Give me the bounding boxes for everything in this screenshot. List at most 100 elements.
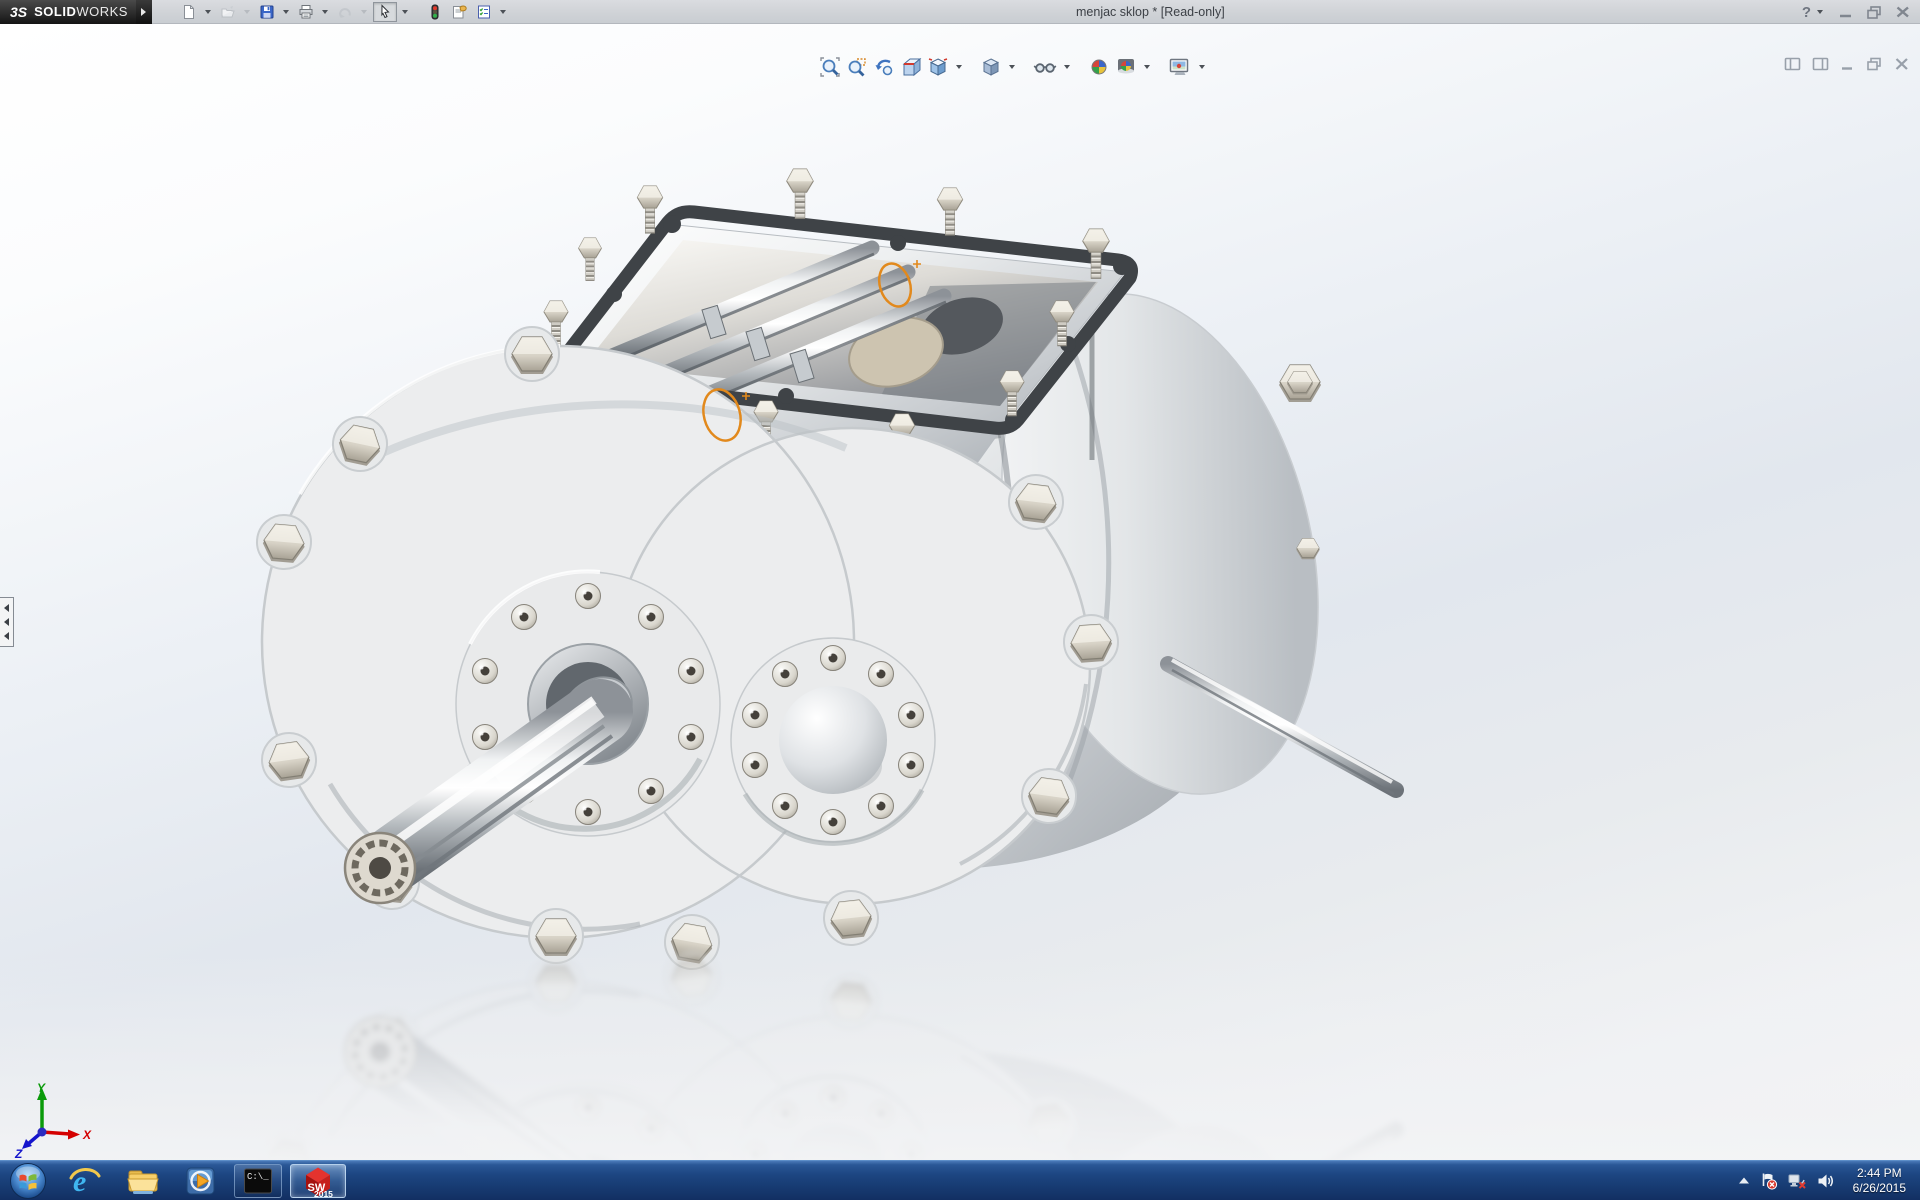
- reflection-fade: [0, 954, 1920, 1184]
- hide-show-items-button[interactable]: [1032, 55, 1058, 79]
- close-document-button[interactable]: [1893, 56, 1911, 72]
- view-settings-dropdown[interactable]: [1199, 65, 1205, 69]
- select-cursor-icon: [376, 4, 394, 20]
- print-button[interactable]: [295, 2, 317, 22]
- expand-arrow-icon: [4, 632, 9, 640]
- network-error-icon: [1787, 1172, 1807, 1190]
- options-dropdown[interactable]: [500, 10, 506, 14]
- taskbar-solidworks-2015[interactable]: SW 2015: [290, 1164, 346, 1198]
- view-settings-button[interactable]: [1167, 55, 1193, 79]
- view-orientation-button[interactable]: [926, 55, 950, 79]
- document-window-controls: [1783, 56, 1911, 72]
- zoom-to-fit-icon: [819, 56, 841, 78]
- undo-icon: [337, 4, 353, 20]
- show-hidden-icons-button[interactable]: [1737, 1175, 1751, 1187]
- print-dropdown[interactable]: [322, 10, 328, 14]
- section-view-icon: [900, 56, 922, 78]
- taskbar-command-prompt[interactable]: C:\_: [234, 1164, 282, 1198]
- view-orientation-dropdown[interactable]: [956, 65, 962, 69]
- close-button[interactable]: [1894, 4, 1912, 20]
- internet-explorer-icon: e: [67, 1163, 103, 1199]
- display-style-dropdown[interactable]: [1009, 65, 1015, 69]
- standard-toolbar: [178, 2, 510, 22]
- restore-button[interactable]: [1865, 4, 1884, 20]
- start-button[interactable]: [0, 1161, 56, 1200]
- brand-works-text: WORKS: [76, 4, 128, 19]
- display-style-button[interactable]: [979, 55, 1003, 79]
- solidworks-window: 3S SOLIDWORKS: [0, 0, 1920, 1200]
- previous-view-icon: [873, 56, 895, 78]
- file-properties-button[interactable]: [448, 2, 471, 22]
- x-axis-arrow: [68, 1130, 80, 1140]
- minimize-button[interactable]: [1837, 4, 1855, 20]
- pane-toggle-right-button[interactable]: [1811, 56, 1830, 72]
- minimize-document-button[interactable]: [1839, 56, 1856, 72]
- media-player-icon: [183, 1163, 219, 1199]
- triad-origin: [38, 1128, 47, 1137]
- orientation-triad: Y X Z: [12, 1080, 96, 1164]
- zoom-to-fit-button[interactable]: [818, 55, 842, 79]
- select-dropdown[interactable]: [402, 10, 408, 14]
- new-document-button[interactable]: [178, 2, 200, 22]
- taskbar-internet-explorer[interactable]: e: [56, 1161, 114, 1200]
- rebuild-traffic-light-icon: [427, 4, 443, 20]
- taskbar-windows-explorer[interactable]: [114, 1161, 172, 1200]
- volume-button[interactable]: [1816, 1172, 1834, 1190]
- options-button[interactable]: [473, 2, 495, 22]
- restore-document-button[interactable]: [1865, 56, 1884, 72]
- view-settings-icon: [1168, 56, 1192, 78]
- zoom-to-area-button[interactable]: [845, 55, 869, 79]
- speaker-icon: [1816, 1172, 1834, 1190]
- print-icon: [298, 4, 314, 20]
- feature-manager-collapsed-tab[interactable]: [0, 597, 14, 647]
- brand-solid-text: SOLID: [34, 4, 76, 19]
- previous-view-button[interactable]: [872, 55, 896, 79]
- expand-arrow-icon: [4, 618, 9, 626]
- display-style-icon: [980, 56, 1002, 78]
- pane-toggle-left-button[interactable]: [1783, 56, 1802, 72]
- hide-show-items-dropdown[interactable]: [1064, 65, 1070, 69]
- graphics-area[interactable]: Y X Z *Dimetric: [0, 24, 1920, 1160]
- open-document-button[interactable]: [217, 2, 239, 22]
- windows-start-orb-icon: [9, 1162, 47, 1200]
- save-button[interactable]: [256, 2, 278, 22]
- select-tool-button[interactable]: [373, 2, 397, 22]
- window-title: menjac sklop * [Read-only]: [1076, 0, 1225, 24]
- open-dropdown[interactable]: [244, 10, 250, 14]
- apply-scene-dropdown[interactable]: [1144, 65, 1150, 69]
- undo-dropdown[interactable]: [361, 10, 367, 14]
- title-bar: 3S SOLIDWORKS: [0, 0, 1920, 24]
- menu-flyout-button[interactable]: [136, 0, 152, 24]
- network-status-button[interactable]: [1787, 1172, 1807, 1190]
- gearbox-model[interactable]: [255, 169, 1396, 973]
- y-axis-label: Y: [37, 1081, 46, 1095]
- action-center-button[interactable]: [1760, 1172, 1778, 1190]
- save-dropdown[interactable]: [283, 10, 289, 14]
- zoom-to-area-icon: [846, 56, 868, 78]
- heads-up-view-toolbar: [818, 55, 1209, 79]
- rebuild-button[interactable]: [424, 2, 446, 22]
- appearance-ball-icon: [1088, 56, 1110, 78]
- help-button[interactable]: ?: [1802, 4, 1827, 21]
- help-icon: ?: [1802, 4, 1811, 21]
- dassault-3ds-logo-icon: 3S: [10, 4, 27, 20]
- apply-scene-button[interactable]: [1114, 55, 1138, 79]
- taskbar-clock[interactable]: 2:44 PM 6/26/2015: [1847, 1166, 1912, 1196]
- section-view-button[interactable]: [899, 55, 923, 79]
- 3d-model-canvas[interactable]: [0, 24, 1920, 1200]
- taskbar-media-player[interactable]: [172, 1161, 230, 1200]
- options-checklist-icon: [476, 4, 492, 20]
- expand-arrow-icon: [4, 604, 9, 612]
- open-folder-icon: [220, 4, 236, 20]
- edit-appearance-button[interactable]: [1087, 55, 1111, 79]
- windows-taskbar: e C:\_: [0, 1160, 1920, 1200]
- new-dropdown[interactable]: [205, 10, 211, 14]
- apply-scene-icon: [1115, 56, 1137, 78]
- undo-button[interactable]: [334, 2, 356, 22]
- up-arrow-icon: [1737, 1175, 1751, 1187]
- solidworks-menu-button[interactable]: 3S SOLIDWORKS: [0, 0, 136, 24]
- secondary-bearing-flange: [731, 638, 935, 843]
- flag-alert-icon: [1760, 1172, 1778, 1190]
- solidworks-2015-icon: SW 2015: [299, 1162, 337, 1200]
- svg-text:2015: 2015: [314, 1189, 333, 1199]
